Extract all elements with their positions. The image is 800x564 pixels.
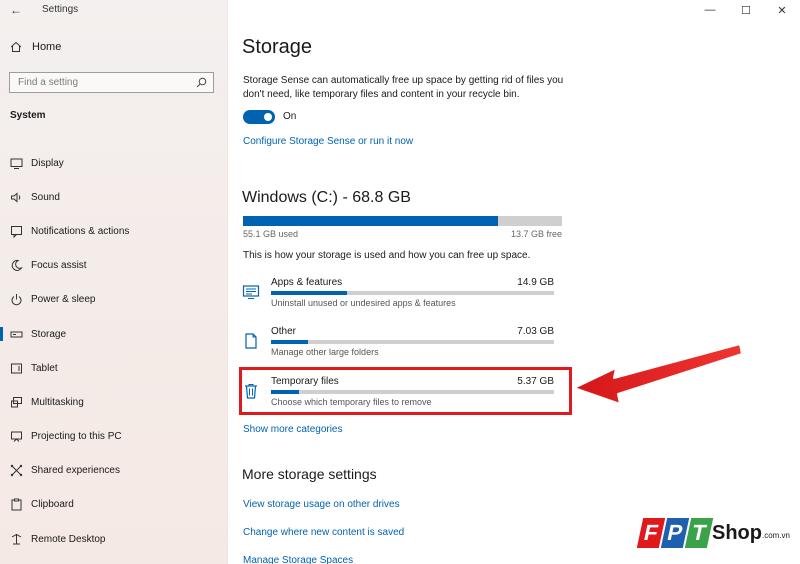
drive-info-text: This is how your storage is used and how… (243, 250, 531, 261)
tablet-icon (9, 361, 23, 375)
back-arrow-icon[interactable]: ← (8, 3, 24, 17)
category-usage-bar (271, 340, 554, 344)
home-icon (10, 41, 22, 52)
sidebar-item-label: Projecting to this PC (31, 431, 122, 443)
highlight-box (239, 367, 572, 415)
home-nav-item[interactable]: Home (10, 41, 61, 53)
drive-title: Windows (C:) - 68.8 GB (242, 189, 411, 206)
category-description: Uninstall unused or undesired apps & fea… (271, 298, 456, 308)
sidebar-item-notifications[interactable]: Notifications & actions (0, 214, 228, 248)
sidebar-item-label: Tablet (31, 362, 58, 374)
logo-domain-text: .com.vn (762, 531, 791, 540)
display-icon (9, 156, 23, 170)
sound-icon (9, 190, 23, 204)
category-usage-bar (271, 291, 554, 295)
toggle-state-label: On (283, 111, 297, 122)
shared-experiences-icon (9, 464, 23, 478)
sidebar-item-sound[interactable]: Sound (0, 180, 228, 214)
sidebar-item-label: Notifications & actions (31, 225, 130, 237)
fpt-shop-logo: F P T Shop .com.vn (636, 518, 796, 554)
drive-used-label: 55.1 GB used (243, 229, 299, 239)
remote-desktop-icon (9, 532, 23, 546)
multitasking-icon (9, 395, 23, 409)
category-size: 7.03 GB (517, 326, 554, 337)
storage-sense-toggle[interactable] (243, 110, 275, 124)
sidebar-item-remote-desktop[interactable]: Remote Desktop (0, 522, 228, 556)
category-name: Apps & features (271, 277, 343, 288)
fpt-letters: F P T (636, 518, 714, 552)
configure-storage-sense-link[interactable]: Cοnfigure Storage Sense or run it now (243, 136, 413, 147)
sidebar-nav: Display Sound Notifications & actions Fo… (0, 146, 228, 556)
sidebar-item-projecting[interactable]: Projecting to this PC (0, 420, 228, 454)
moon-icon (9, 259, 23, 273)
manage-storage-spaces-link[interactable]: Manage Storage Spaces (243, 555, 353, 564)
drive-usage-fill (243, 216, 499, 226)
drive-usage-bar (243, 216, 562, 226)
sidebar-item-label: Display (31, 157, 64, 169)
drive-free-label: 13.7 GB free (511, 229, 563, 239)
search-input[interactable] (10, 73, 196, 92)
section-label-system: System (10, 110, 46, 121)
close-button[interactable]: ✕ (764, 0, 800, 20)
other-icon (242, 332, 260, 350)
projecting-icon (9, 430, 23, 444)
window-controls: — ☐ ✕ (692, 0, 800, 20)
sidebar-item-label: Focus assist (31, 260, 87, 272)
sidebar-item-tablet[interactable]: Tablet (0, 351, 228, 385)
sidebar-item-clipboard[interactable]: Clipboard (0, 488, 228, 522)
search-icon[interactable] (196, 77, 207, 88)
sidebar-item-label: Power & sleep (31, 294, 96, 306)
search-box[interactable] (9, 72, 214, 93)
app-title: Settings (42, 4, 79, 15)
page-title: Storage (242, 36, 313, 58)
view-storage-other-drives-link[interactable]: View storage usage on other drives (243, 499, 400, 510)
home-label: Home (32, 41, 62, 53)
minimize-button[interactable]: — (692, 0, 728, 20)
category-other[interactable]: Other 7.03 GB Manage other large folders (242, 326, 554, 366)
logo-shop-text: Shop (712, 522, 762, 544)
sidebar-item-label: Multitasking (31, 396, 84, 408)
change-new-content-location-link[interactable]: Change where new content is saved (243, 527, 404, 538)
show-more-categories-link[interactable]: Show more categories (243, 424, 343, 435)
category-apps-features[interactable]: Apps & features 14.9 GB Uninstall unused… (242, 277, 554, 317)
sidebar: ← Settings Home System Display Sound Not… (0, 0, 228, 564)
category-size: 14.9 GB (517, 277, 554, 288)
sidebar-item-shared-experiences[interactable]: Shared experiences (0, 454, 228, 488)
sidebar-item-focus-assist[interactable]: Focus assist (0, 249, 228, 283)
sidebar-item-power-sleep[interactable]: Power & sleep (0, 283, 228, 317)
category-usage-fill (271, 340, 308, 344)
sidebar-item-label: Shared experiences (31, 465, 120, 477)
title-bar: ← Settings (0, 0, 228, 20)
logo-letter-t: T (684, 518, 714, 548)
category-name: Other (271, 326, 297, 337)
sidebar-item-label: Sound (31, 191, 60, 203)
power-icon (9, 293, 23, 307)
maximize-button[interactable]: ☐ (728, 0, 764, 20)
annotation-arrow-icon (573, 343, 743, 405)
sidebar-item-storage[interactable]: Storage (0, 317, 228, 351)
category-usage-fill (271, 291, 348, 295)
notifications-icon (9, 224, 23, 238)
category-description: Manage other large folders (271, 347, 379, 357)
sidebar-item-label: Clipboard (31, 499, 74, 511)
apps-icon (242, 283, 260, 301)
sidebar-item-display[interactable]: Display (0, 146, 228, 180)
sidebar-item-label: Storage (31, 328, 67, 340)
more-storage-settings-heading: More storage settings (242, 466, 377, 482)
sidebar-item-label: Remote Desktop (31, 533, 106, 545)
storage-icon (9, 327, 23, 341)
storage-sense-description: Storage Sense can automatically free up … (243, 75, 564, 100)
sidebar-item-multitasking[interactable]: Multitasking (0, 385, 228, 419)
clipboard-icon (9, 498, 23, 512)
